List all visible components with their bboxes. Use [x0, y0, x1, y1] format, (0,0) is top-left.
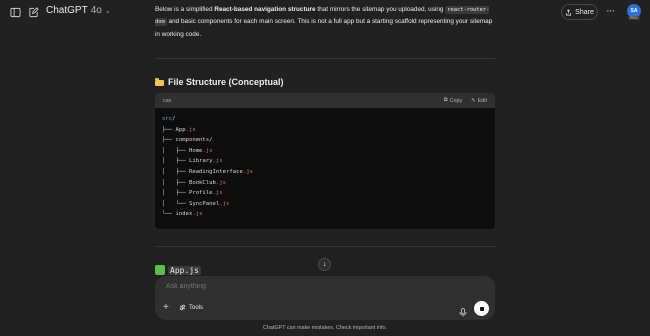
- puzzle-icon: [155, 265, 165, 275]
- microphone-icon[interactable]: [459, 304, 467, 322]
- composer: + Tools: [155, 276, 495, 320]
- code-line: │ ├── Home.js: [162, 147, 213, 154]
- add-attachment-button[interactable]: +: [163, 303, 169, 313]
- edit-icon: ✎: [471, 97, 476, 104]
- code-line: │ └── SyncPanel.js: [162, 200, 230, 207]
- section-title: File Structure (Conceptual): [168, 77, 284, 87]
- code-line: └── index.js: [162, 211, 203, 218]
- folder-icon: [155, 78, 165, 86]
- intro-text-mid: that mirrors the sitemap you uploaded, u…: [315, 6, 446, 13]
- code-language: css: [163, 97, 172, 104]
- prompt-input[interactable]: [164, 282, 468, 291]
- intro-text-end: and basic components for each main scree…: [155, 18, 493, 38]
- code-block: css ⧉ Copy ✎ Edit src/ ├── App.js ├── compon…: [155, 93, 495, 229]
- more-options-icon[interactable]: ···: [606, 5, 615, 17]
- tools-button[interactable]: Tools: [179, 304, 203, 311]
- new-chat-icon[interactable]: [26, 5, 40, 19]
- sidebar-toggle-icon[interactable]: [8, 5, 22, 19]
- edit-label: Edit: [477, 97, 487, 104]
- code-line: │ ├── ReadingInterface.js: [162, 168, 253, 175]
- copy-label: Copy: [449, 97, 463, 104]
- code-line: ├── App.js: [162, 126, 196, 133]
- code-block-header: css ⧉ Copy ✎ Edit: [155, 93, 495, 108]
- app-title: ChatGPT: [46, 5, 88, 16]
- stop-icon: [479, 306, 484, 311]
- arrow-down-icon: ↓: [322, 261, 327, 268]
- model-version: 4o: [90, 5, 102, 16]
- code-content: src/ ├── App.js ├── components/ │ ├── Home.…: [155, 108, 495, 226]
- code-line: │ ├── Library.js: [162, 158, 223, 165]
- stop-button[interactable]: [474, 301, 489, 316]
- share-label: Share: [575, 8, 594, 16]
- plan-badge: PRO: [628, 16, 640, 20]
- code-line: │ ├── Profile.js: [162, 190, 223, 197]
- intro-text: Below is a simplified: [155, 6, 215, 13]
- copy-icon: ⧉: [443, 97, 448, 103]
- tools-icon: [179, 304, 186, 311]
- share-button[interactable]: Share: [561, 4, 598, 20]
- avatar-initials: SA: [630, 8, 638, 14]
- code-line: │ ├── BookClub.js: [162, 179, 227, 186]
- copy-button[interactable]: ⧉ Copy: [444, 97, 462, 104]
- divider: [155, 246, 495, 247]
- model-selector[interactable]: ChatGPT 4o ⌄: [46, 5, 111, 16]
- code-line: src/: [162, 116, 176, 122]
- divider: [155, 58, 495, 59]
- section-heading: File Structure (Conceptual): [155, 77, 284, 87]
- code-line: ├── components/: [162, 137, 213, 144]
- intro-paragraph: Below is a simplified React-based naviga…: [155, 4, 495, 40]
- next-section-heading: App.js: [155, 265, 201, 275]
- next-section-title: App.js: [168, 265, 201, 275]
- edit-button[interactable]: ✎ Edit: [471, 97, 487, 104]
- disclaimer: ChatGPT can make mistakes. Check importa…: [263, 325, 387, 331]
- scroll-down-button[interactable]: ↓: [318, 258, 331, 271]
- share-icon: [566, 8, 572, 15]
- chevron-down-icon: ⌄: [104, 7, 111, 15]
- tools-label: Tools: [189, 304, 204, 311]
- intro-bold: React-based navigation structure: [214, 6, 316, 13]
